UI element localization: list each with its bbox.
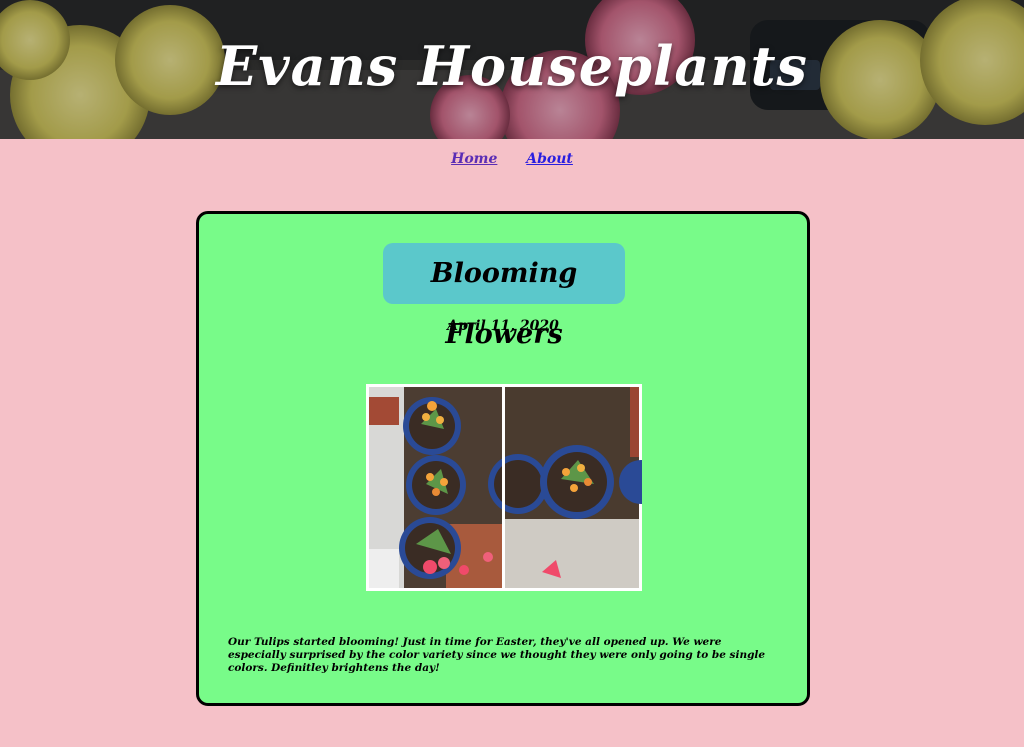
post-date: April 11, 2020 (447, 318, 559, 334)
header-banner: Evans Houseplants (0, 0, 1024, 139)
site-title: Evans Houseplants (216, 34, 808, 98)
main-nav: Home About (0, 151, 1024, 167)
tulip-pots-image (366, 384, 642, 591)
post-body: Our Tulips started blooming! Just in tim… (228, 636, 766, 674)
nav-link-home[interactable]: Home (451, 151, 497, 167)
post-title: Blooming Flowers (383, 243, 625, 350)
nav-link-about[interactable]: About (526, 151, 573, 167)
blog-post-card: Blooming Flowers April 11, 2020 Our Tuli… (196, 211, 810, 706)
post-photo (366, 384, 642, 591)
